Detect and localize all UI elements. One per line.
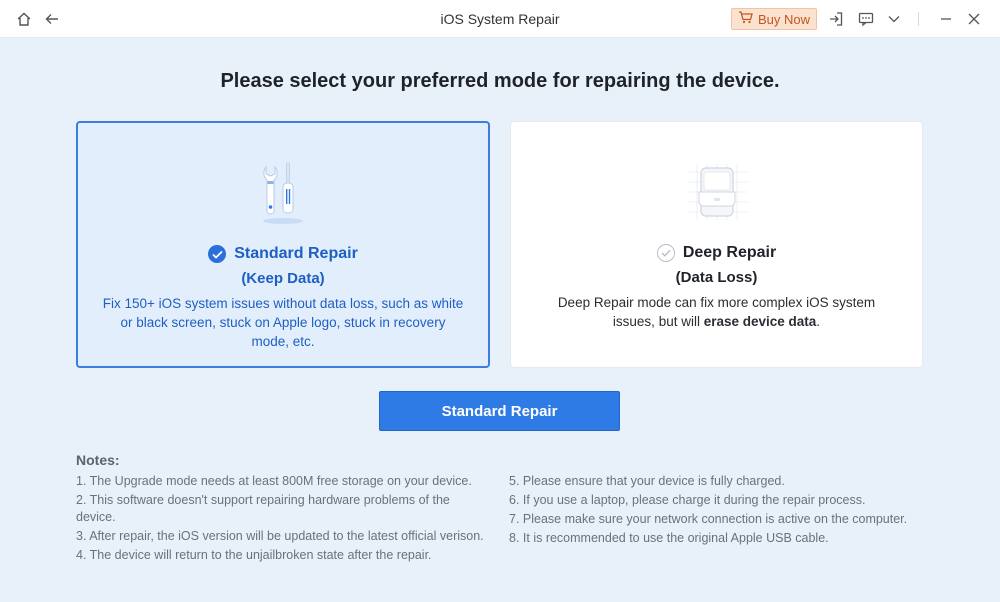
- deep-repair-title-row: Deep Repair: [511, 244, 922, 262]
- deep-repair-title: Deep Repair: [682, 244, 777, 261]
- title-bar: iOS System Repair Buy Now: [0, 0, 1000, 38]
- deep-repair-description: Deep Repair mode can fix more complex iO…: [535, 293, 898, 331]
- standard-repair-button[interactable]: Standard Repair: [379, 391, 620, 431]
- minimize-icon[interactable]: [936, 9, 956, 29]
- standard-repair-description: Fix 150+ iOS system issues without data …: [102, 296, 464, 349]
- home-icon[interactable]: [14, 9, 34, 29]
- deep-repair-desc-end: .: [816, 314, 821, 329]
- cart-icon: [738, 11, 753, 27]
- buy-now-label: Buy Now: [757, 11, 811, 27]
- deep-repair-desc-bold: erase device data: [703, 314, 817, 329]
- note-item: 7. Please make sure your network connect…: [509, 512, 908, 526]
- notes-right-column: 5. Please ensure that your device is ful…: [509, 473, 929, 549]
- notes-title: Notes:: [76, 452, 120, 468]
- note-item: 2. This software doesn't support repairi…: [76, 493, 450, 524]
- note-item: 1. The Upgrade mode needs at least 800M …: [76, 474, 472, 488]
- chevron-down-icon[interactable]: [884, 9, 904, 29]
- standard-repair-subtitle: (Keep Data): [241, 270, 325, 287]
- feedback-icon[interactable]: [856, 9, 876, 29]
- note-item: 5. Please ensure that your device is ful…: [509, 474, 785, 488]
- buy-now-button[interactable]: Buy Now: [731, 8, 817, 30]
- checkmark-icon: [208, 245, 227, 263]
- window-title: iOS System Repair: [440, 11, 560, 27]
- tools-icon: [243, 159, 323, 229]
- note-item: 4. The device will return to the unjailb…: [76, 548, 432, 562]
- standard-repair-card[interactable]: Standard Repair (Keep Data) Fix 150+ iOS…: [76, 121, 490, 368]
- note-item: 3. After repair, the iOS version will be…: [76, 529, 484, 543]
- unchecked-circle-icon: [656, 244, 675, 262]
- close-icon[interactable]: [964, 9, 984, 29]
- device-icon: [677, 158, 757, 228]
- notes-left-column: 1. The Upgrade mode needs at least 800M …: [76, 473, 486, 566]
- standard-repair-title: Standard Repair: [234, 245, 358, 262]
- page-heading: Please select your preferred mode for re…: [220, 70, 780, 92]
- titlebar-divider: [918, 12, 919, 26]
- note-item: 6. If you use a laptop, please charge it…: [509, 493, 866, 507]
- standard-repair-title-row: Standard Repair: [78, 245, 488, 263]
- back-arrow-icon[interactable]: [42, 9, 62, 29]
- deep-repair-subtitle: (Data Loss): [675, 269, 758, 286]
- deep-repair-card[interactable]: Deep Repair (Data Loss) Deep Repair mode…: [510, 121, 923, 368]
- note-item: 8. It is recommended to use the original…: [509, 531, 829, 545]
- login-icon[interactable]: [826, 9, 846, 29]
